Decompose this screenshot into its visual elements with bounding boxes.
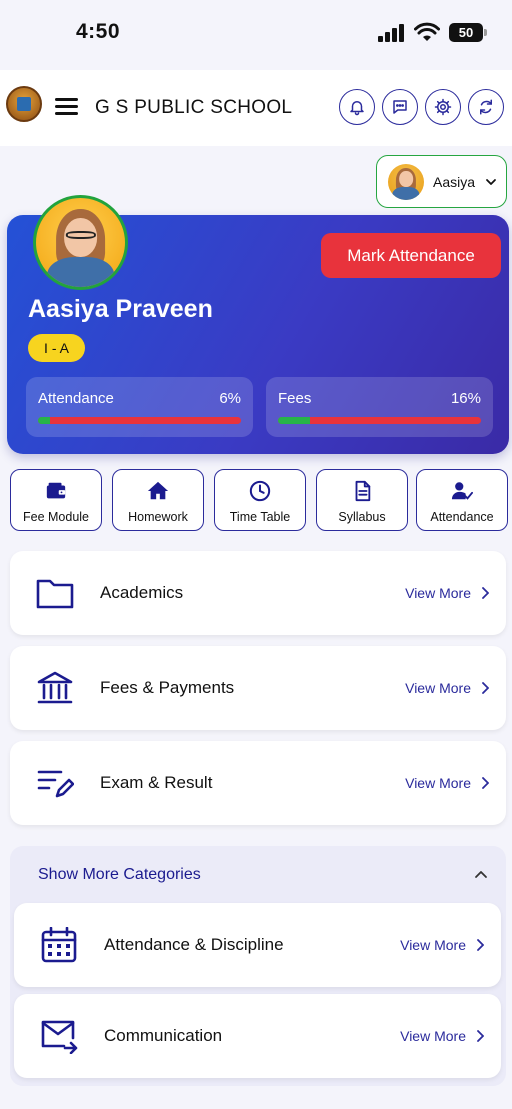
- clock-icon: [249, 480, 271, 502]
- school-name: G S PUBLIC SCHOOL: [95, 97, 293, 118]
- progress-bar: [278, 417, 481, 424]
- list-edit-icon: [37, 770, 74, 798]
- more-categories-panel: Show More Categories Attendance & Discip…: [10, 846, 506, 1086]
- bell-icon: [350, 101, 364, 116]
- profile-name: Aasiya: [433, 173, 476, 190]
- view-more-link[interactable]: View More: [405, 585, 489, 601]
- view-more-link[interactable]: View More: [400, 937, 484, 953]
- quick-link-label: Homework: [128, 510, 188, 524]
- view-more-link[interactable]: View More: [405, 775, 489, 791]
- quick-link-fee-module[interactable]: Fee Module: [10, 469, 102, 531]
- home-icon: [147, 481, 169, 500]
- status-bar: 4:50 50: [0, 0, 512, 70]
- profile-switcher[interactable]: Aasiya: [376, 155, 507, 208]
- quick-link-label: Attendance: [430, 510, 494, 524]
- category-attendance-discipline[interactable]: Attendance & Discipline View More: [14, 903, 501, 987]
- attendance-stat: Attendance 6%: [26, 377, 253, 437]
- category-title: Communication: [104, 1026, 223, 1045]
- category-title: Attendance & Discipline: [104, 935, 284, 954]
- user-check-icon: [451, 482, 473, 500]
- student-name: Aasiya Praveen: [28, 295, 213, 323]
- chat-icon: [393, 100, 407, 114]
- quick-link-attendance[interactable]: Attendance: [416, 469, 508, 531]
- category-title: Exam & Result: [100, 773, 213, 792]
- quick-link-homework[interactable]: Homework: [112, 469, 204, 531]
- signal-icon: [378, 24, 406, 42]
- refresh-button[interactable]: [468, 89, 504, 125]
- chevron-right-icon: [482, 682, 489, 694]
- mark-attendance-button[interactable]: Mark Attendance: [321, 233, 501, 278]
- quick-link-label: Syllabus: [338, 510, 386, 524]
- chevron-right-icon: [477, 939, 484, 951]
- chevron-down-icon: [486, 178, 496, 185]
- view-more-link[interactable]: View More: [400, 1028, 484, 1044]
- category-title: Academics: [100, 583, 184, 602]
- wallet-icon: [46, 482, 66, 499]
- category-title: Fees & Payments: [100, 678, 235, 697]
- bank-icon: [37, 671, 73, 704]
- menu-icon[interactable]: [55, 98, 78, 116]
- student-avatar: [33, 195, 128, 290]
- gear-icon: [434, 98, 452, 116]
- class-badge: I - A: [28, 334, 85, 362]
- mail-send-icon: [41, 1020, 78, 1054]
- notification-button[interactable]: [339, 89, 375, 125]
- stat-value: 6%: [219, 390, 241, 407]
- chevron-right-icon: [482, 777, 489, 789]
- stat-value: 16%: [450, 390, 481, 407]
- calendar-icon: [41, 927, 77, 963]
- messages-button[interactable]: [382, 89, 418, 125]
- category-fees-payments[interactable]: Fees & Payments View More: [10, 646, 506, 730]
- fees-stat: Fees 16%: [266, 377, 493, 437]
- quick-link-syllabus[interactable]: Syllabus: [316, 469, 408, 531]
- school-logo: [6, 86, 42, 122]
- avatar: [388, 163, 424, 200]
- view-more-link[interactable]: View More: [405, 680, 489, 696]
- battery-icon: 50: [449, 23, 487, 42]
- chevron-right-icon: [482, 587, 489, 599]
- progress-bar: [38, 417, 241, 424]
- document-icon: [355, 480, 371, 502]
- quick-link-label: Time Table: [229, 510, 291, 524]
- category-academics[interactable]: Academics View More: [10, 551, 506, 635]
- app-header: G S PUBLIC SCHOOL: [0, 70, 512, 146]
- quick-link-label: Fee Module: [22, 510, 89, 524]
- show-more-categories-toggle[interactable]: Show More Categories: [38, 866, 201, 884]
- chevron-up-icon[interactable]: [474, 868, 488, 880]
- folder-icon: [36, 579, 74, 609]
- settings-button[interactable]: [425, 89, 461, 125]
- category-exam-result[interactable]: Exam & Result View More: [10, 741, 506, 825]
- stat-label: Attendance: [38, 390, 114, 407]
- wifi-icon: [414, 22, 440, 41]
- stat-label: Fees: [278, 390, 312, 407]
- category-communication[interactable]: Communication View More: [14, 994, 501, 1078]
- quick-link-time-table[interactable]: Time Table: [214, 469, 306, 531]
- status-time: 4:50: [76, 20, 121, 43]
- refresh-icon: [480, 99, 492, 115]
- chevron-right-icon: [477, 1030, 484, 1042]
